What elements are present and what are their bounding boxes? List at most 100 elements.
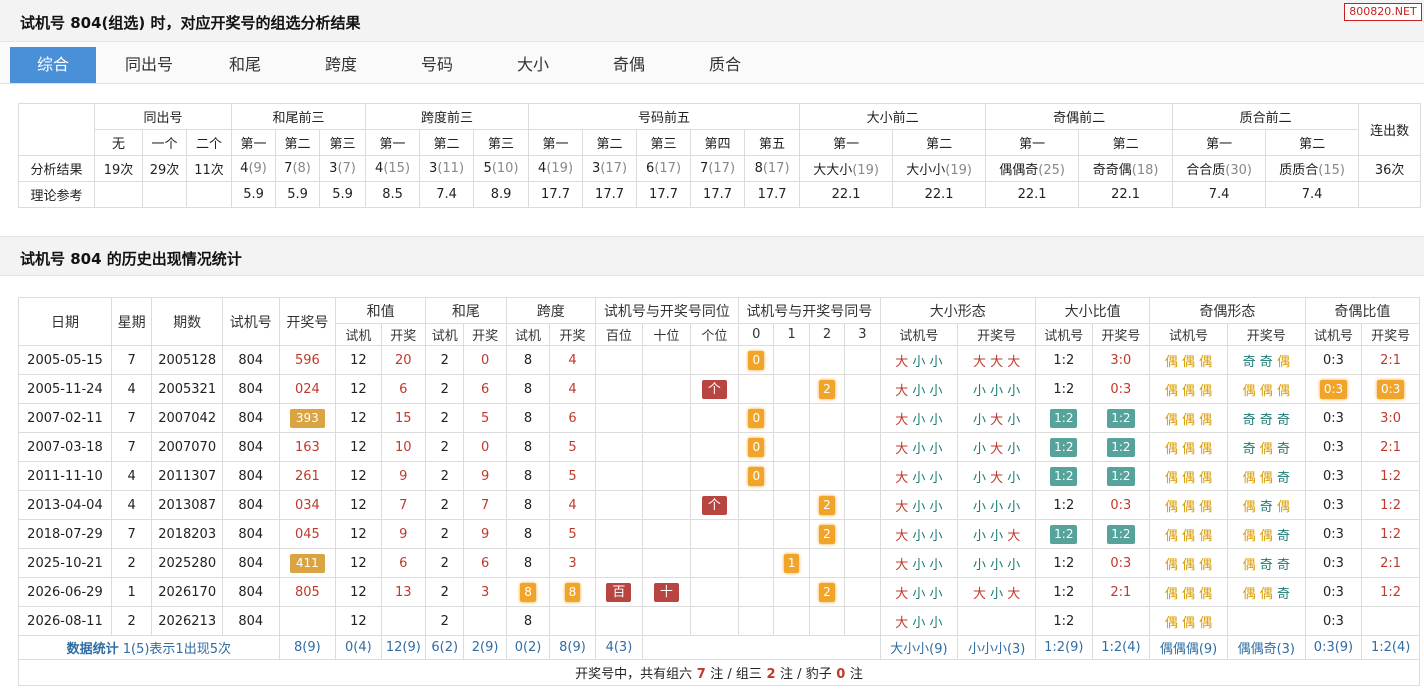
oddeven-char: 偶 bbox=[1242, 470, 1260, 486]
summary-reference-cell bbox=[185, 181, 233, 208]
bigsmall-char: 大 bbox=[1007, 528, 1021, 544]
bigsmall-char: 小 bbox=[1007, 412, 1021, 428]
row-bigsmall-draw: 小 小 小 bbox=[957, 548, 1037, 578]
row-oddeven-test: 偶 偶 偶 bbox=[1149, 345, 1228, 375]
summary-reference-cell: 5.9 bbox=[275, 181, 321, 208]
row-tail-draw: 7 bbox=[463, 490, 507, 520]
row-same-position: 个 bbox=[689, 490, 740, 520]
row-same-number-tag: 2 bbox=[819, 495, 835, 515]
row-same-position: 十 bbox=[642, 577, 691, 607]
row-bigsmall-draw: 小 小 小 bbox=[957, 490, 1037, 520]
oddeven-char: 奇 bbox=[1276, 528, 1290, 544]
oddeven-char: 偶 bbox=[1242, 499, 1260, 515]
summary-sub-header: 一个 bbox=[142, 129, 187, 156]
row-test-number: 804 bbox=[222, 374, 280, 404]
oddeven-char: 偶 bbox=[1242, 586, 1260, 602]
bigsmall-char: 大 bbox=[973, 586, 991, 602]
row-span-draw bbox=[549, 606, 596, 636]
row-sum-test: 12 bbox=[335, 432, 382, 462]
row-same-number bbox=[773, 461, 810, 491]
summary-result-count: (15) bbox=[383, 161, 411, 176]
oddeven-char: 偶 bbox=[1182, 615, 1200, 631]
row-oddeven-ratio-test: 0:3 bbox=[1304, 345, 1363, 375]
bigsmall-char: 大 bbox=[895, 499, 913, 515]
summary-result-cell: 11次 bbox=[185, 155, 233, 182]
row-bigsmall-ratio-draw: 0:3 bbox=[1091, 490, 1151, 520]
row-bigsmall-ratio-test: 1:2 bbox=[1035, 403, 1093, 433]
summary-result-count: (17) bbox=[708, 161, 736, 176]
row-span-draw: 5 bbox=[549, 432, 596, 462]
oddeven-char: 偶 bbox=[1276, 383, 1290, 399]
summary-result-count: (11) bbox=[437, 161, 465, 176]
tab-same-numbers[interactable]: 同出号 bbox=[106, 47, 192, 83]
row-weekday: 1 bbox=[110, 577, 153, 607]
oddeven-char: 偶 bbox=[1259, 528, 1277, 544]
oddeven-char: 偶 bbox=[1199, 383, 1213, 399]
row-issue: 2005128 bbox=[151, 345, 224, 375]
row-oddeven-ratio-draw-tag: 0:3 bbox=[1376, 379, 1405, 399]
row-weekday: 4 bbox=[110, 490, 153, 520]
history-head-sub: 开奖号 bbox=[1226, 323, 1306, 346]
row-oddeven-ratio-test: 0:3 bbox=[1304, 577, 1363, 607]
oddeven-char: 奇 bbox=[1276, 441, 1290, 457]
summary-result-count: (8) bbox=[292, 161, 311, 176]
row-oddeven-draw: 奇 偶 奇 bbox=[1226, 432, 1306, 462]
row-same-number bbox=[738, 548, 775, 578]
summary-group-header: 跨度前三 bbox=[365, 103, 530, 130]
row-draw-number-tag: 411 bbox=[289, 553, 325, 573]
row-same-number bbox=[808, 461, 846, 491]
summary-result-count: (17) bbox=[600, 161, 628, 176]
tab-span[interactable]: 跨度 bbox=[298, 47, 384, 83]
row-same-position bbox=[594, 374, 644, 404]
bigsmall-char: 大 bbox=[973, 354, 991, 370]
tab-numbers[interactable]: 号码 bbox=[394, 47, 480, 83]
row-test-number: 804 bbox=[222, 548, 280, 578]
site-badge[interactable]: 800820.NET bbox=[1344, 3, 1422, 21]
row-issue: 2025280 bbox=[151, 548, 224, 578]
row-bigsmall-ratio-test: 1:2 bbox=[1035, 432, 1093, 462]
row-issue: 2026213 bbox=[151, 606, 224, 636]
history-head-sub: 2 bbox=[808, 323, 846, 346]
row-bigsmall-ratio-draw: 1:2 bbox=[1091, 403, 1151, 433]
row-tail-draw: 5 bbox=[463, 403, 507, 433]
summary-result-count: (30) bbox=[1225, 163, 1252, 178]
row-tail-draw: 0 bbox=[463, 345, 507, 375]
bigsmall-char: 小 bbox=[1007, 441, 1021, 457]
summary-result-count: (9) bbox=[248, 161, 267, 176]
history-head-sub: 试机 bbox=[335, 323, 382, 346]
oddeven-char: 偶 bbox=[1164, 586, 1183, 602]
history-title-bar: 试机号 804 的历史出现情况统计 bbox=[0, 236, 1424, 276]
row-bigsmall-ratio-test: 1:2 bbox=[1035, 461, 1093, 491]
summary-reference-cell: 17.7 bbox=[636, 181, 692, 208]
row-same-number bbox=[844, 548, 881, 578]
row-tail-test: 2 bbox=[425, 461, 465, 491]
tab-prime-composite[interactable]: 质合 bbox=[682, 47, 768, 83]
oddeven-char: 偶 bbox=[1242, 557, 1260, 573]
row-bigsmall-draw: 小 大 小 bbox=[957, 403, 1037, 433]
oddeven-char: 奇 bbox=[1242, 441, 1260, 457]
summary-result-cell: 4(9) bbox=[231, 155, 277, 182]
row-span-draw: 8 bbox=[549, 577, 596, 607]
row-sum-draw: 7 bbox=[380, 490, 427, 520]
stats-sum-draw: 12(9) bbox=[380, 635, 427, 660]
row-tail-draw: 6 bbox=[463, 548, 507, 578]
tab-odd-even[interactable]: 奇偶 bbox=[586, 47, 672, 83]
row-same-number bbox=[844, 461, 881, 491]
row-bigsmall-draw: 大 小 大 bbox=[957, 577, 1037, 607]
row-test-number: 804 bbox=[222, 432, 280, 462]
row-sum-test: 12 bbox=[335, 403, 382, 433]
summary-sub-header: 第二 bbox=[1265, 129, 1360, 156]
summary-result-cell: 3(11) bbox=[419, 155, 475, 182]
row-bigsmall-ratio-draw-tag: 1:2 bbox=[1107, 437, 1135, 457]
history-title: 试机号 804 的历史出现情况统计 bbox=[20, 250, 242, 268]
tab-overview[interactable]: 综合 bbox=[10, 47, 96, 83]
row-span-draw: 5 bbox=[549, 461, 596, 491]
oddeven-char: 偶 bbox=[1182, 470, 1200, 486]
oddeven-char: 偶 bbox=[1164, 528, 1183, 544]
row-same-position bbox=[689, 577, 740, 607]
tab-big-small[interactable]: 大小 bbox=[490, 47, 576, 83]
row-oddeven-draw: 偶 偶 偶 bbox=[1226, 374, 1306, 404]
row-tail-test: 2 bbox=[425, 432, 465, 462]
tab-sum-tail[interactable]: 和尾 bbox=[202, 47, 288, 83]
summary-group-header: 号码前五 bbox=[528, 103, 801, 130]
